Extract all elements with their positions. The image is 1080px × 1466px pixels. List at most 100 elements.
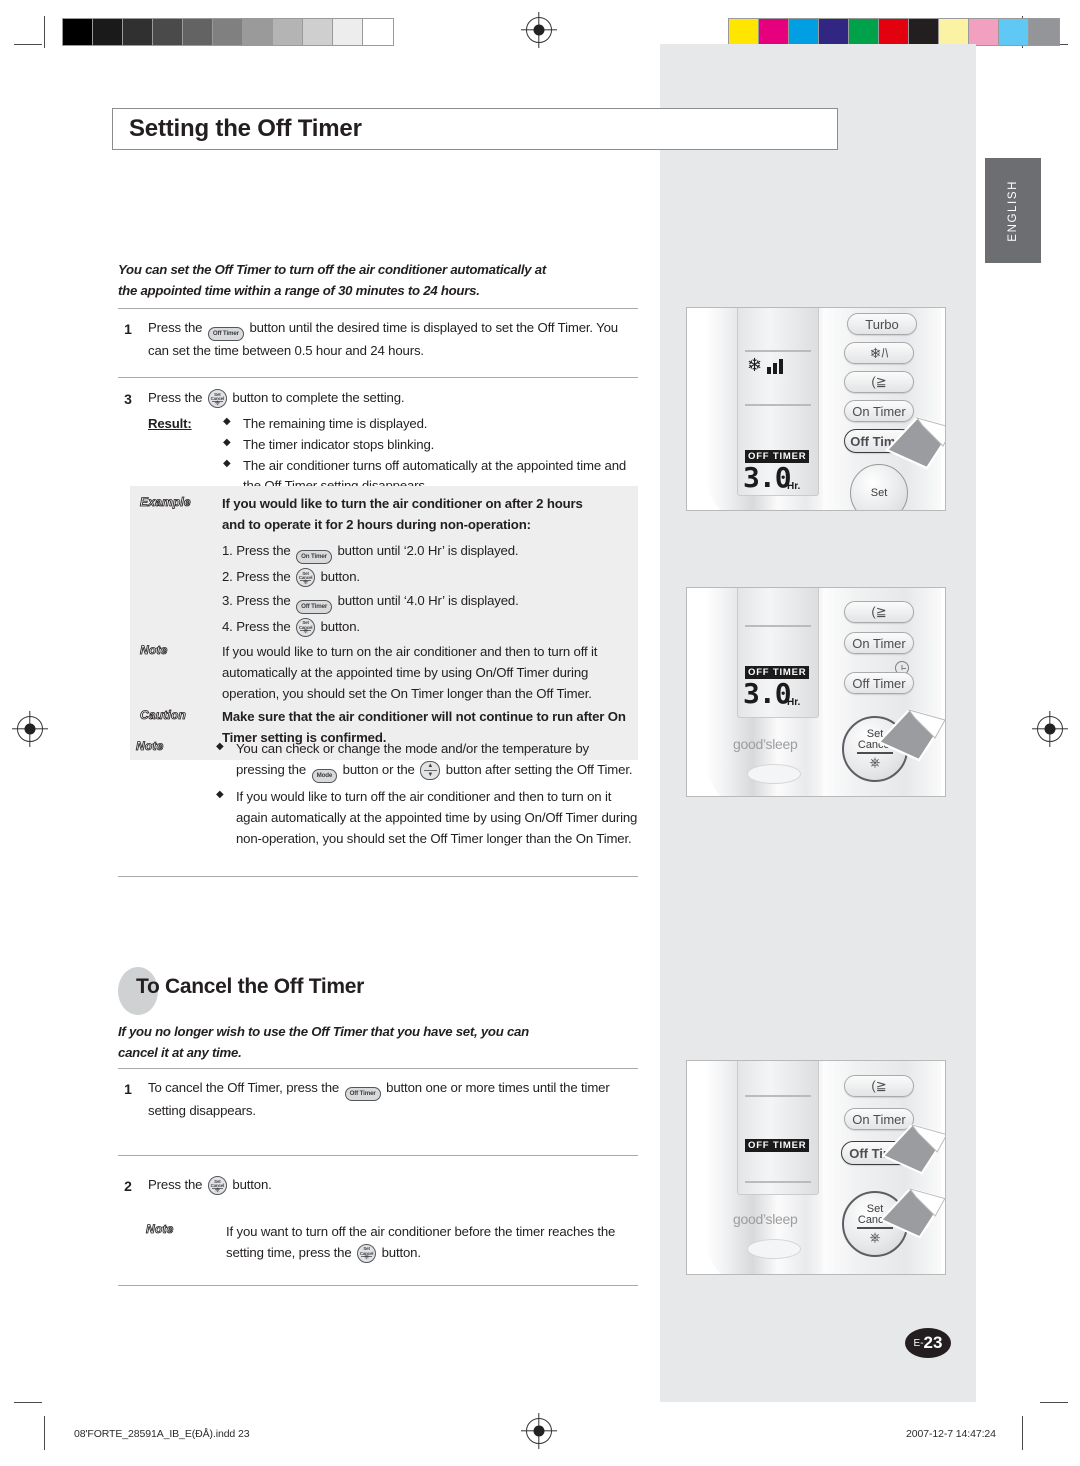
- fan-level-bars: [767, 356, 783, 374]
- sleep-indicator-oval: [747, 1239, 801, 1259]
- chevron-down-icon: ▼: [427, 771, 434, 778]
- lcd-separator-top: [745, 625, 811, 627]
- callout-example-row: Example If you would like to turn the ai…: [140, 494, 628, 535]
- lcd-separator-top: [745, 1095, 811, 1097]
- off-timer-button[interactable]: Off Timer: [844, 672, 914, 694]
- cancel-step-2: 2 Press the Set Cancel ⎈ button.: [118, 1175, 638, 1196]
- footer-timestamp: 2007-12-7 14:47:24: [906, 1428, 996, 1440]
- divider-above-step3: [118, 377, 638, 379]
- page-number-prefix: E-: [913, 1337, 924, 1349]
- language-tab: ENGLISH: [985, 158, 1041, 263]
- remote-lcd: [737, 1061, 819, 1195]
- set-cancel-button-icon: Set Cancel ⎈: [357, 1243, 377, 1263]
- power-icon: ⎈: [214, 1186, 221, 1194]
- note-bullet-1: You can check or change the mode and/or …: [216, 739, 641, 783]
- pointer-arrow-icon: [879, 1187, 945, 1239]
- divider-above-cancel-step1: [118, 1068, 638, 1070]
- fan-icon: ❄: [747, 355, 763, 375]
- power-icon: ⎈: [363, 1254, 370, 1262]
- step-1-body: Press the Off Timer button until the des…: [148, 318, 638, 362]
- lcd-timer-value: 3.0: [743, 461, 792, 494]
- section1-intro-line1: You can set the Off Timer to turn off th…: [118, 262, 546, 277]
- set-cancel-button-icon: Set Cancel ⎈: [207, 1176, 227, 1195]
- note-tag: Note: [136, 739, 164, 754]
- set-cancel-button-icon: Set Cancel ⎈: [296, 617, 316, 637]
- set-cancel-button-icon: Set Cancel ⎈: [296, 568, 316, 588]
- example-line1: If you would like to turn the air condit…: [222, 496, 583, 511]
- turbo-button-label: Turbo: [865, 316, 899, 332]
- result-item: The timer indicator stops blinking.: [223, 435, 638, 456]
- goodsleep-brand: good’sleep: [733, 1211, 798, 1227]
- air-swing-icon: (≧: [871, 1078, 887, 1093]
- fan-speed-button[interactable]: ❄ﾊ: [844, 342, 914, 364]
- example-text: If you would like to turn the air condit…: [222, 494, 628, 535]
- substep-4-tail: button.: [320, 618, 360, 634]
- example-line2: and to operate it for 2 hours during non…: [222, 516, 531, 532]
- example-substep-4: 4. Press the Set Cancel ⎈ button.: [222, 617, 628, 638]
- note-bullets: You can check or change the mode and/or …: [216, 739, 641, 849]
- example-substeps: 1. Press the On Timer button until ‘2.0 …: [222, 541, 628, 640]
- example-tag: Example: [140, 495, 191, 510]
- page-content: Setting the Off Timer ENGLISH You can se…: [0, 0, 1080, 1466]
- cancel-step-1: 1 To cancel the Off Timer, press the Off…: [118, 1078, 638, 1122]
- callout-note-row: Note If you would like to turn on the ai…: [140, 642, 628, 704]
- substep-3-pre: 3. Press the: [222, 592, 291, 608]
- page-title-box: Setting the Off Timer: [112, 108, 838, 150]
- divider-bottom: [118, 1285, 638, 1287]
- page-number: 23: [923, 1333, 943, 1352]
- remote-figure-1: ❄ OFF TIMER 3.0 Hr. Turbo ❄ﾊ (≧ On Timer…: [686, 307, 946, 511]
- example-substep-3: 3. Press the Off Timer button until ‘4.0…: [222, 591, 628, 614]
- substep-2-pre: 2. Press the: [222, 569, 291, 585]
- cancel-step-2-body: Press the Set Cancel ⎈ button.: [148, 1175, 638, 1196]
- power-icon: ⎈: [214, 399, 221, 407]
- section1-intro-line2: the appointed time within a range of 30 …: [118, 283, 480, 299]
- note-tag: Note: [140, 643, 168, 658]
- air-swing-button[interactable]: (≧: [844, 371, 914, 393]
- cancel-step-2-pre: Press the: [148, 1177, 203, 1192]
- note-bullet-1-mid: button or the: [342, 761, 415, 777]
- divider-below-note: [118, 876, 638, 878]
- example-substeps-spacer: [140, 537, 222, 640]
- cancel-note-post: button.: [381, 1244, 421, 1260]
- lcd-separator-top: [745, 350, 811, 352]
- substep-3-tail: button until ‘4.0 Hr’ is displayed.: [337, 592, 519, 608]
- power-icon: ⎈: [302, 578, 309, 586]
- on-timer-button-icon: On Timer: [296, 550, 332, 565]
- air-swing-icon: (≧: [871, 374, 887, 389]
- page-title: Setting the Off Timer: [129, 115, 362, 142]
- example-substep-2: 2. Press the Set Cancel ⎈ button.: [222, 567, 628, 588]
- step-3: 3 Press the Set Cancel ⎈ button to compl…: [118, 388, 638, 497]
- chevron-up-icon: ▲: [427, 763, 434, 770]
- example-substep-1: 1. Press the On Timer button until ‘2.0 …: [222, 541, 628, 565]
- result-list: The remaining time is displayed. The tim…: [223, 414, 638, 497]
- pointer-arrow-icon: [881, 1123, 945, 1175]
- note-block: Note You can check or change the mode an…: [136, 739, 641, 849]
- on-timer-button-label: On Timer: [852, 635, 906, 651]
- goodsleep-brand: good’sleep: [733, 736, 798, 752]
- cancel-step-2-number: 2: [124, 1178, 132, 1194]
- result-item: The remaining time is displayed.: [223, 414, 638, 435]
- on-timer-button[interactable]: On Timer: [844, 632, 914, 654]
- air-swing-button[interactable]: (≧: [844, 601, 914, 623]
- step-1-pre: Press the: [148, 320, 203, 335]
- lcd-timer-value: 3.0: [743, 677, 792, 710]
- sleep-indicator-oval: [747, 764, 801, 784]
- turbo-button[interactable]: Turbo: [847, 313, 917, 335]
- step-3-body: Press the Set Cancel ⎈ button to complet…: [148, 388, 638, 497]
- step-3-number: 3: [124, 391, 132, 407]
- substep-1-tail: button until ‘2.0 Hr’ is displayed.: [337, 543, 519, 559]
- substep-2-tail: button.: [320, 569, 360, 585]
- substep-1-pre: 1. Press the: [222, 543, 291, 559]
- off-timer-button-icon: Off Timer: [207, 327, 244, 341]
- off-timer-button-icon: Off Timer: [344, 1087, 381, 1101]
- language-tab-label: ENGLISH: [1007, 179, 1019, 242]
- substep-4-pre: 4. Press the: [222, 618, 291, 634]
- air-swing-button[interactable]: (≧: [844, 1075, 914, 1097]
- pointer-arrow-icon: [877, 708, 945, 762]
- section1-intro: You can set the Off Timer to turn off th…: [118, 259, 638, 302]
- cancel-note-body: If you want to turn off the air conditio…: [226, 1222, 641, 1264]
- remote-figure-3: OFF TIMER good’sleep (≧ On Timer Off Tim…: [686, 1060, 946, 1275]
- divider-above-step1: [118, 308, 638, 310]
- cancel-step-1-body: To cancel the Off Timer, press the Off T…: [148, 1078, 638, 1122]
- temperature-button-icon: ▲ ▼: [420, 760, 441, 780]
